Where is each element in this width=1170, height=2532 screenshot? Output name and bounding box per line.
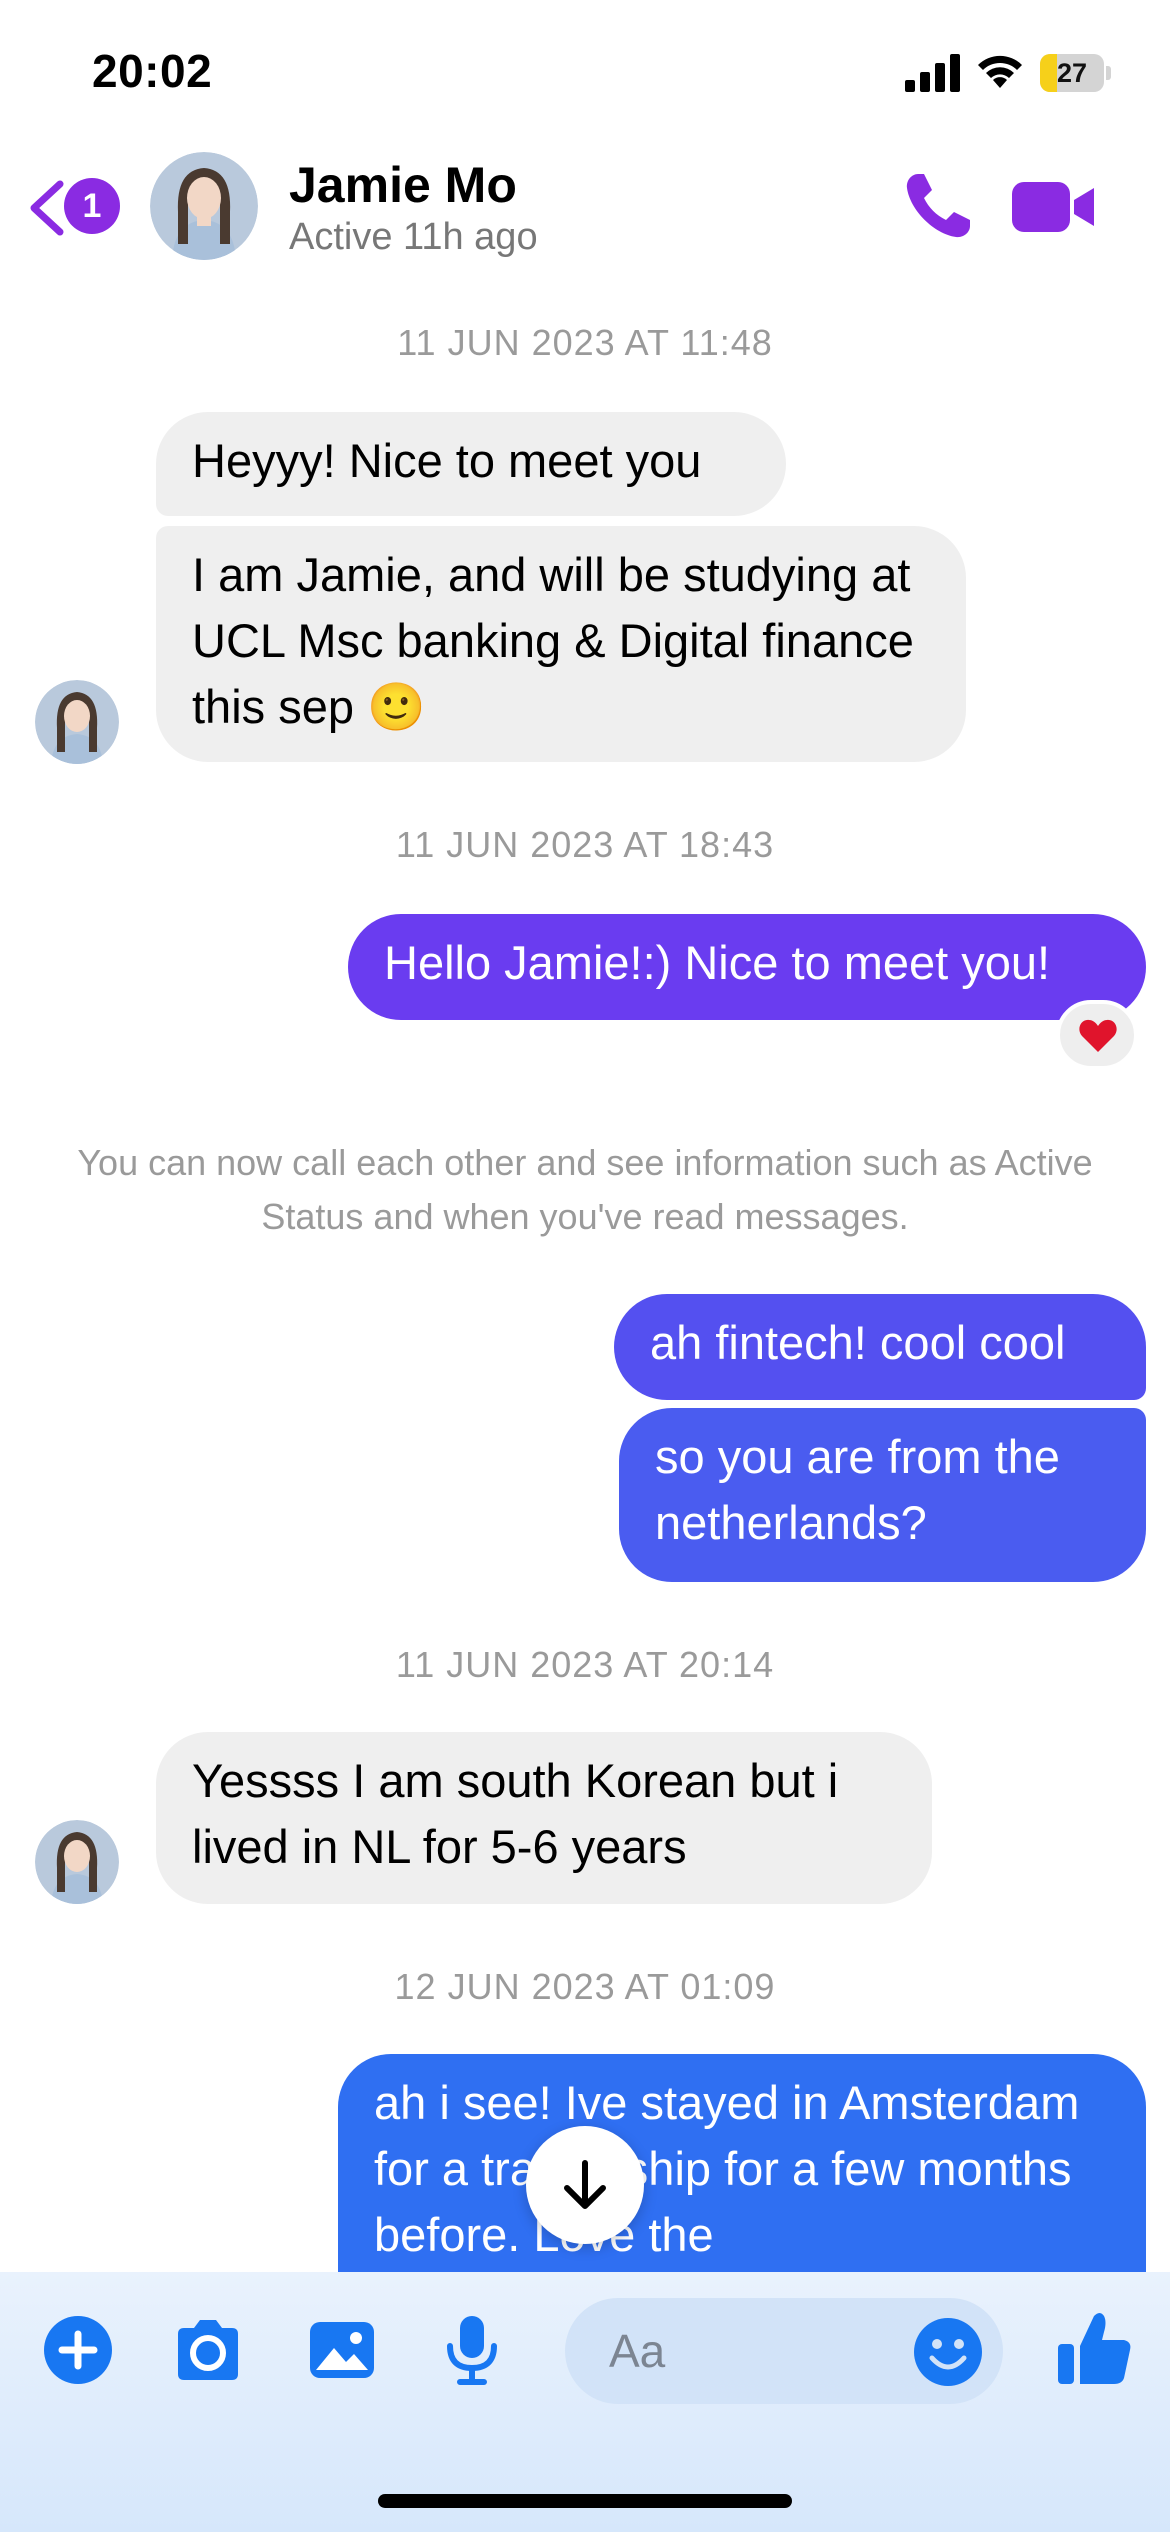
contact-name[interactable]: Jamie Mo bbox=[289, 156, 517, 214]
incoming-message[interactable]: I am Jamie, and will be studying at UCL … bbox=[156, 526, 966, 762]
battery-percent: 27 bbox=[1056, 58, 1088, 88]
avatar[interactable] bbox=[150, 152, 258, 260]
battery-icon: 27 bbox=[1040, 54, 1112, 92]
phone-icon[interactable] bbox=[900, 168, 976, 244]
wifi-icon bbox=[978, 55, 1022, 88]
incoming-message[interactable]: Yessss I am south Korean but i lived in … bbox=[156, 1732, 932, 1904]
outgoing-message[interactable]: ah fintech! cool cool bbox=[614, 1294, 1146, 1400]
arrow-down-icon bbox=[564, 2160, 606, 2209]
scroll-to-bottom-button[interactable] bbox=[526, 2126, 644, 2244]
outgoing-message[interactable]: Hello Jamie!:) Nice to meet you! bbox=[348, 914, 1146, 1020]
home-indicator bbox=[378, 2494, 792, 2508]
video-camera-icon[interactable] bbox=[1010, 178, 1096, 236]
incoming-message[interactable]: Heyyy! Nice to meet you bbox=[156, 412, 786, 516]
timestamp: 11 JUN 2023 AT 20:14 bbox=[395, 1644, 775, 1685]
camera-icon[interactable] bbox=[170, 2312, 246, 2388]
avatar[interactable] bbox=[35, 680, 119, 764]
heart-reaction[interactable] bbox=[1056, 1000, 1138, 1070]
system-notice: You can now call each other and see info… bbox=[77, 1142, 1093, 1237]
plus-icon[interactable] bbox=[40, 2312, 116, 2388]
back-chevron-icon[interactable] bbox=[24, 178, 68, 238]
gallery-icon[interactable] bbox=[304, 2312, 380, 2388]
status-time: 20:02 bbox=[92, 45, 213, 97]
timestamp: 12 JUN 2023 AT 01:09 bbox=[394, 1966, 776, 2007]
timestamp: 11 JUN 2023 AT 18:43 bbox=[395, 824, 775, 865]
unread-badge[interactable]: 1 bbox=[64, 178, 120, 234]
contact-status: Active 11h ago bbox=[289, 216, 538, 258]
microphone-icon[interactable] bbox=[434, 2312, 510, 2388]
signal-icon bbox=[905, 54, 960, 92]
avatar[interactable] bbox=[35, 1820, 119, 1904]
thumbs-up-icon[interactable] bbox=[1054, 2306, 1134, 2390]
outgoing-message[interactable]: so you are from the netherlands? bbox=[619, 1408, 1146, 1582]
timestamp: 11 JUN 2023 AT 11:48 bbox=[397, 322, 773, 363]
smiley-icon[interactable] bbox=[910, 2314, 986, 2390]
